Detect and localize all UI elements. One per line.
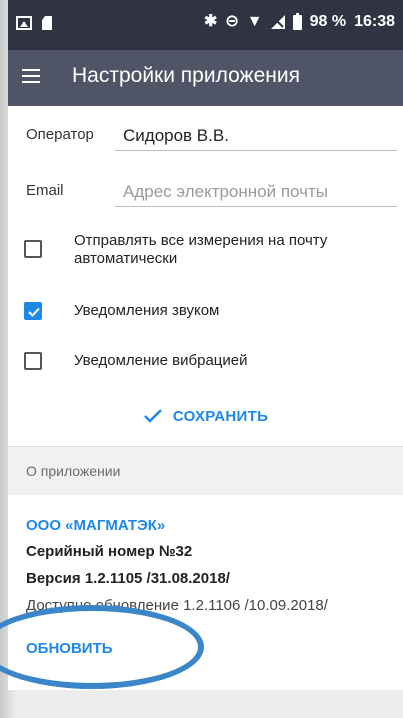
send-all-label: Отправлять все измерения на почту автома… bbox=[74, 232, 328, 267]
operator-field[interactable]: Сидоров В.В. bbox=[115, 116, 397, 151]
menu-icon[interactable] bbox=[22, 69, 40, 83]
version: Версия 1.2.1105 /31.08.2018/ bbox=[26, 570, 230, 587]
operator-label: Оператор bbox=[26, 126, 94, 143]
app-bar: Настройки приложения bbox=[8, 50, 403, 106]
vibration-label: Уведомление вибрацией bbox=[74, 352, 248, 369]
email-placeholder: Адрес электронной почты bbox=[123, 182, 328, 201]
signal-icon bbox=[270, 15, 285, 29]
about-header-label: О приложении bbox=[26, 463, 121, 479]
about-card: ООО «МАГМАТЭК» Серийный номер №32 Версия… bbox=[8, 495, 403, 690]
battery-icon bbox=[292, 12, 302, 30]
bluetooth-icon: ✱ bbox=[203, 13, 218, 30]
update-available: Доступно обновление 1.2.1106 /10.09.2018… bbox=[26, 597, 328, 614]
page-title: Настройки приложения bbox=[72, 64, 300, 87]
sound-row[interactable]: Уведомления звуком bbox=[8, 302, 403, 342]
clock: 16:38 bbox=[354, 13, 395, 30]
email-row: Email Адрес электронной почты bbox=[8, 168, 403, 208]
dnd-icon: ⊝ bbox=[225, 13, 239, 30]
email-field[interactable]: Адрес электронной почты bbox=[115, 172, 397, 207]
save-label: СОХРАНИТЬ bbox=[172, 407, 269, 425]
serial-number: Серийный номер №32 bbox=[26, 543, 193, 560]
sound-label: Уведомления звуком bbox=[74, 302, 220, 319]
vibration-row[interactable]: Уведомление вибрацией bbox=[8, 352, 403, 392]
save-button[interactable]: СОХРАНИТЬ bbox=[8, 396, 403, 436]
company-link[interactable]: ООО «МАГМАТЭК» bbox=[26, 517, 165, 534]
check-icon bbox=[28, 307, 40, 317]
settings-card: Оператор Сидоров В.В. Email Адрес электр… bbox=[8, 106, 403, 446]
operator-row: Оператор Сидоров В.В. bbox=[8, 112, 403, 152]
sound-checkbox[interactable] bbox=[24, 302, 42, 320]
about-section-header: О приложении bbox=[8, 446, 403, 496]
sim-icon bbox=[42, 16, 52, 30]
check-icon bbox=[143, 409, 162, 423]
wifi-icon: ▼ bbox=[246, 13, 263, 30]
operator-value: Сидоров В.В. bbox=[123, 126, 229, 145]
image-icon bbox=[16, 16, 32, 30]
update-button[interactable]: ОБНОВИТЬ bbox=[26, 640, 113, 657]
send-all-checkbox[interactable] bbox=[24, 240, 42, 258]
battery-percent: 98 % bbox=[309, 13, 347, 30]
send-all-row[interactable]: Отправлять все измерения на почту автома… bbox=[8, 232, 403, 276]
email-label: Email bbox=[26, 182, 64, 199]
vibration-checkbox[interactable] bbox=[24, 352, 42, 370]
status-bar: ✱ ⊝ ▼ 98 % 16:38 bbox=[8, 0, 403, 50]
